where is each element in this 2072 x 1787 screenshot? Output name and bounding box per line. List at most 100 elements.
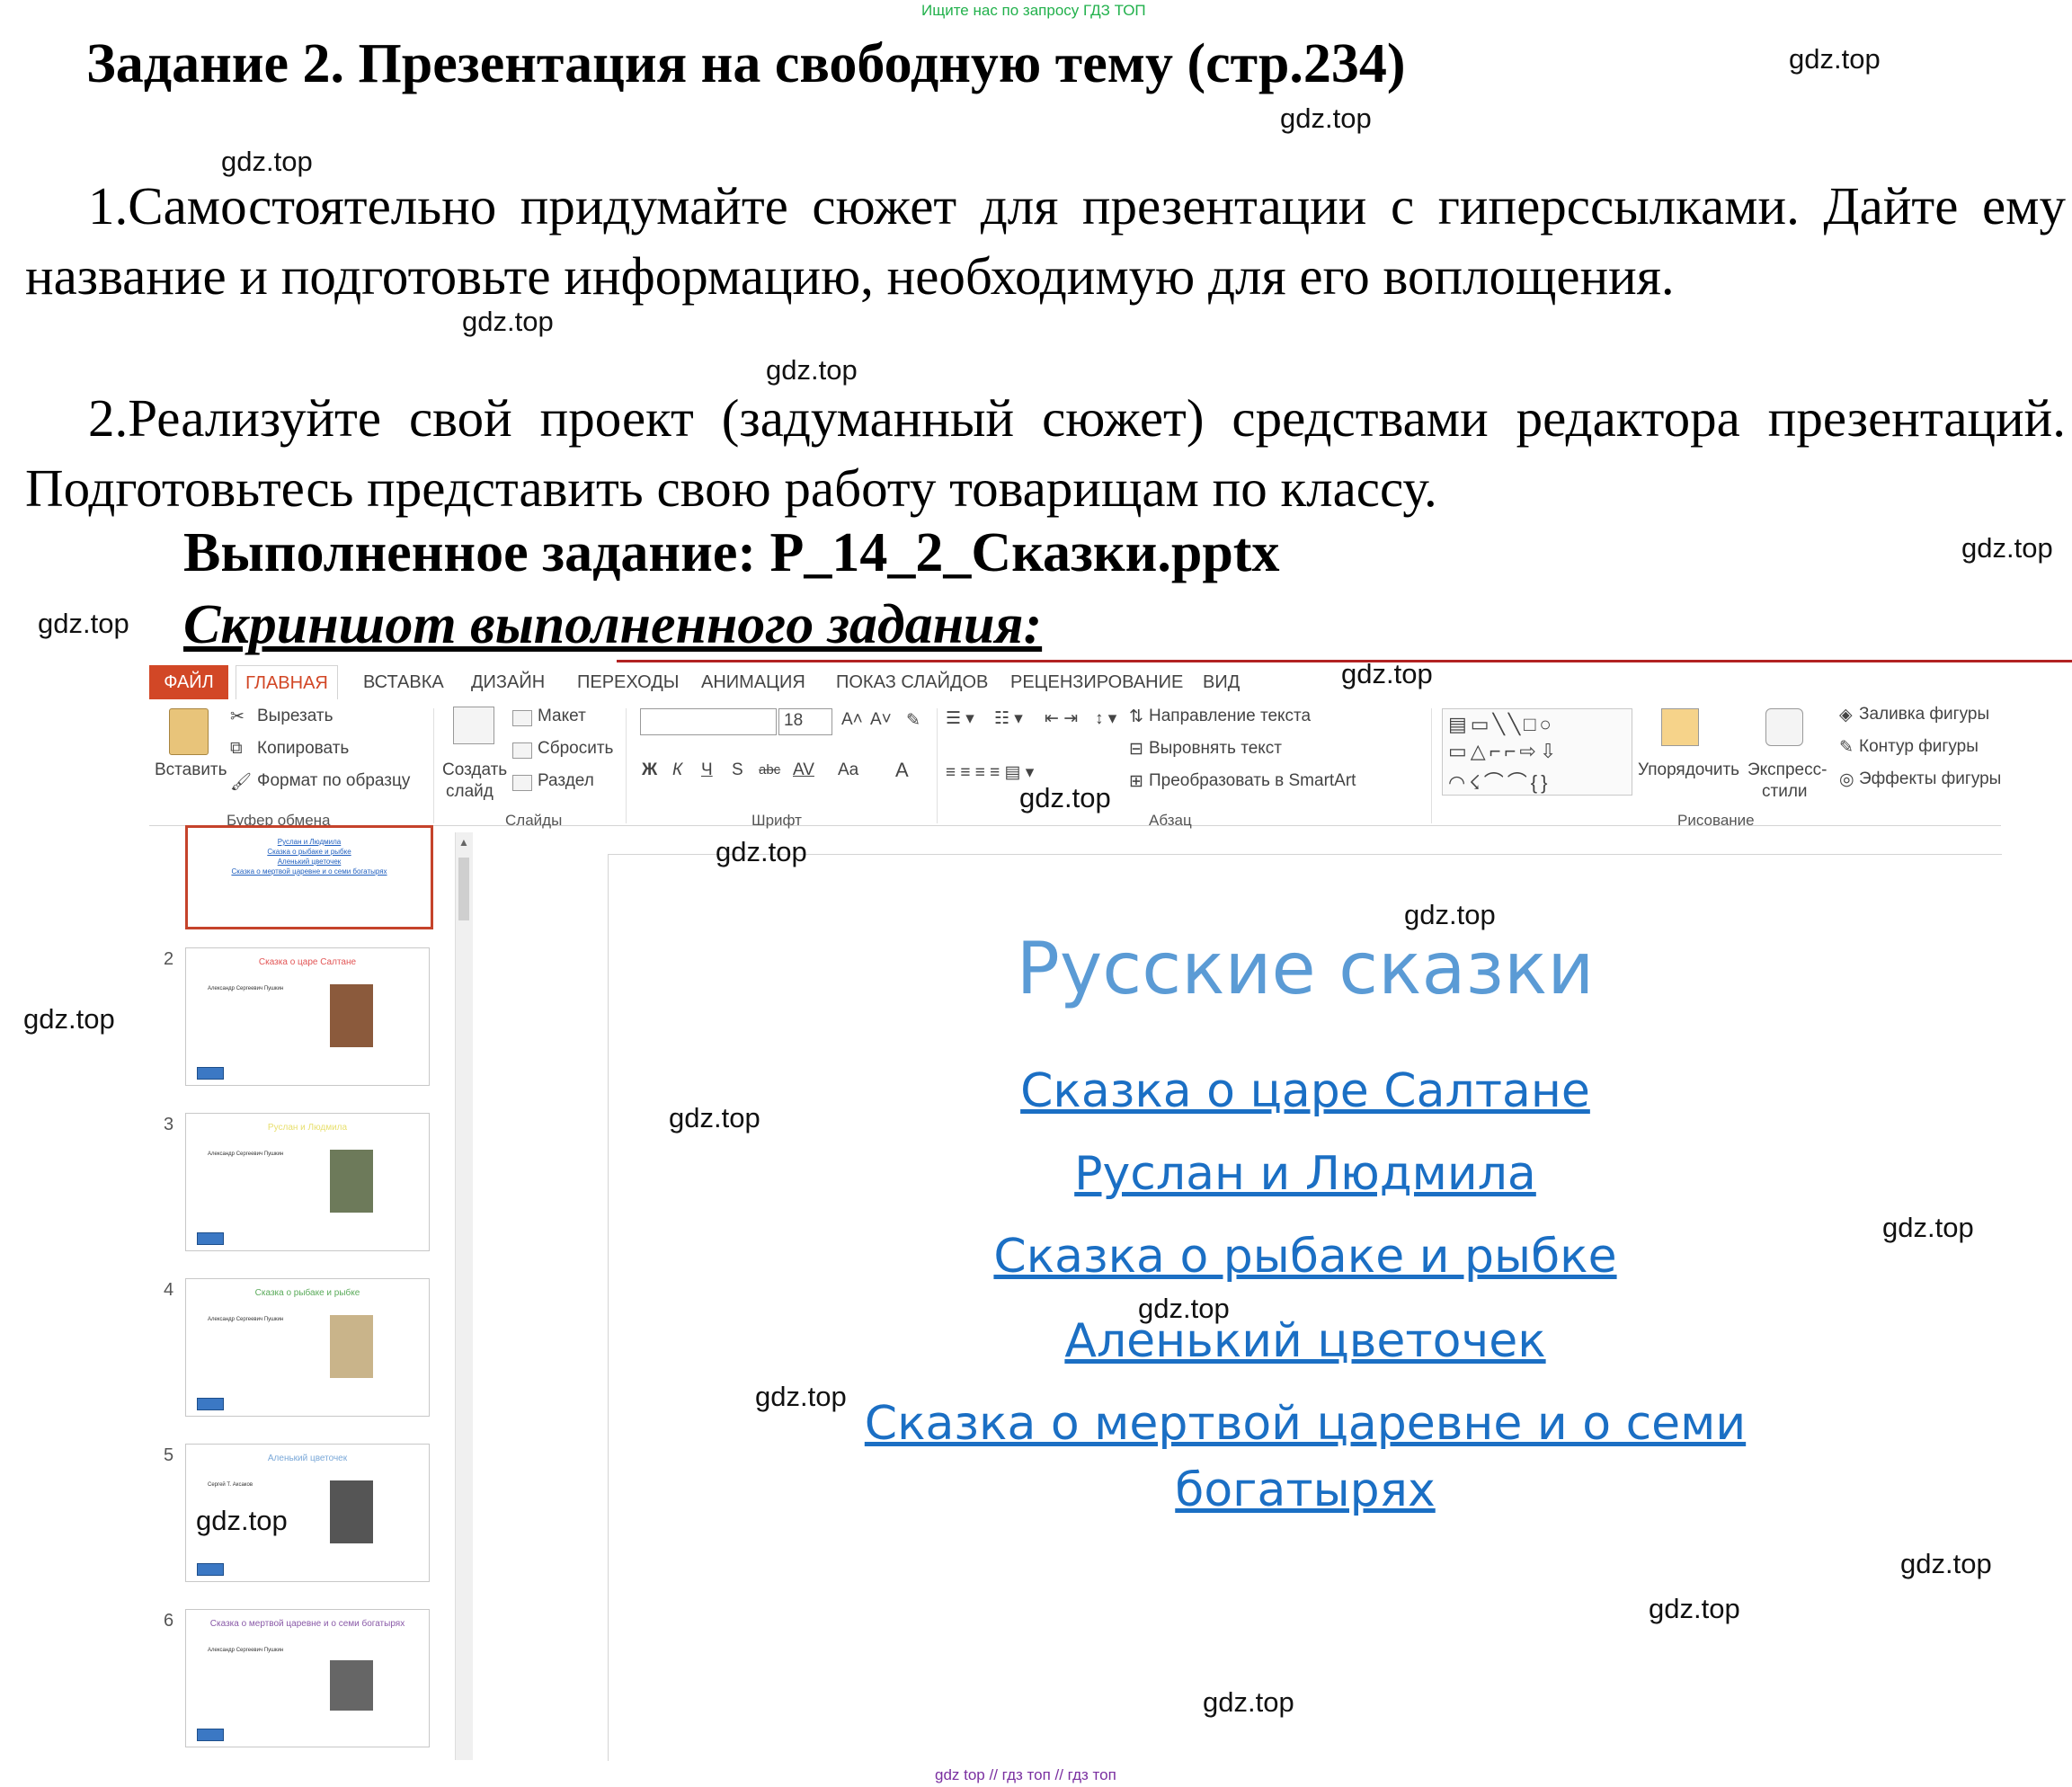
outline-icon: ✎ xyxy=(1839,738,1854,757)
convert-smartart-button[interactable]: Преобразовать в SmartArt xyxy=(1149,771,1356,791)
new-slide-icon[interactable] xyxy=(453,707,494,744)
grow-font-icon[interactable]: A˄ xyxy=(841,710,863,730)
slide-link-flower[interactable]: Аленький цветочек xyxy=(609,1308,2002,1374)
shrink-font-icon[interactable]: A˅ xyxy=(870,710,892,730)
tab-home[interactable]: ГЛАВНАЯ xyxy=(236,665,338,700)
watermark: gdz.top xyxy=(755,1381,847,1412)
new-slide-button-line2[interactable]: слайд xyxy=(446,782,494,802)
watermark: gdz.top xyxy=(1280,102,1372,134)
bottom-note: gdz top // гдз топ // гдз топ xyxy=(935,1766,1116,1783)
indent-icons[interactable]: ⇤ ⇥ xyxy=(1045,708,1078,729)
ribbon-tabs: ФАЙЛ ГЛАВНАЯ ВСТАВКА ДИЗАЙН ПЕРЕХОДЫ АНИ… xyxy=(149,665,2001,700)
font-color-button[interactable]: A xyxy=(895,759,909,782)
shadow-button[interactable]: S xyxy=(732,760,743,780)
clear-format-icon[interactable]: ✎ xyxy=(906,710,920,731)
shapes-gallery[interactable]: ▤▭╲╲□○ ▭△⌐⌐⇨⇩ ◠☇⌒⌒{} xyxy=(1442,708,1632,796)
thumbnail-author: Александр Сергеевич Пушкин xyxy=(208,1648,284,1653)
thumbnail-author: Сергей Т. Аксаков xyxy=(208,1482,253,1488)
current-slide: Русские сказки Сказка о царе Салтане Рус… xyxy=(608,854,2002,1761)
character-spacing-button[interactable]: AV xyxy=(793,760,814,780)
completed-task-label: Выполненное задание: Р_14_2_Сказки.pptx xyxy=(183,522,1280,583)
tab-view[interactable]: ВИД xyxy=(1203,665,1240,699)
layout-button[interactable]: Макет xyxy=(538,707,586,726)
watermark: gdz.top xyxy=(1961,532,2053,564)
thumbnails-scrollbar[interactable]: ▲ xyxy=(455,832,474,1760)
thumbnail-title: Аленький цветочек xyxy=(267,1454,348,1463)
section-button[interactable]: Раздел xyxy=(538,771,594,791)
tab-file[interactable]: ФАЙЛ xyxy=(149,665,228,699)
paste-button[interactable]: Вставить xyxy=(155,760,227,780)
thumbnail-author: Александр Сергеевич Пушкин xyxy=(208,1317,284,1322)
cut-button[interactable]: Вырезать xyxy=(257,707,333,726)
shape-outline-button[interactable]: Контур фигуры xyxy=(1859,737,1979,757)
quick-styles-line2[interactable]: стили xyxy=(1762,782,1808,802)
reset-button[interactable]: Сбросить xyxy=(538,739,613,759)
tab-review[interactable]: РЕЦЕНЗИРОВАНИЕ xyxy=(1010,665,1183,699)
tab-slideshow[interactable]: ПОКАЗ СЛАЙДОВ xyxy=(836,665,988,699)
tab-transitions[interactable]: ПЕРЕХОДЫ xyxy=(577,665,679,699)
font-group-label: Шрифт xyxy=(751,812,802,829)
slide-link-saltan[interactable]: Сказка о царе Салтане xyxy=(609,1058,2002,1125)
align-icons[interactable]: ≡ ≡ ≡ ≡ ▤ ▾ xyxy=(946,762,1034,783)
copy-button[interactable]: Копировать xyxy=(257,739,349,759)
watermark: gdz.top xyxy=(1203,1686,1294,1718)
slide-thumbnail-1[interactable]: Руслан и Людмила Сказка о рыбаке и рыбке… xyxy=(185,825,433,929)
watermark: gdz.top xyxy=(1138,1293,1230,1324)
task-paragraph-1: 1.Самостоятельно придумайте сюжет для пр… xyxy=(25,176,2066,306)
thumbnail-book-image xyxy=(330,1660,373,1711)
effects-icon: ◎ xyxy=(1839,770,1854,789)
thumbnail-return-button xyxy=(197,1232,224,1245)
text-direction-button[interactable]: Направление текста xyxy=(1149,707,1311,726)
slide-thumbnail-4[interactable]: Сказка о рыбаке и рыбке Александр Сергее… xyxy=(185,1278,430,1417)
underline-button[interactable]: Ч xyxy=(701,760,713,780)
watermark: gdz.top xyxy=(766,354,858,386)
shape-effects-button[interactable]: Эффекты фигуры xyxy=(1859,769,2001,789)
watermark: gdz.top xyxy=(1019,782,1111,813)
task-title: Задание 2. Презентация на свободную тему… xyxy=(86,33,1406,94)
watermark: gdz.top xyxy=(38,608,129,639)
bullets-icon[interactable]: ☰ ▾ xyxy=(946,708,974,729)
italic-button[interactable]: К xyxy=(672,760,682,780)
thumbnail-link: Сказка о рыбаке и рыбке xyxy=(267,848,351,856)
tab-insert[interactable]: ВСТАВКА xyxy=(363,665,444,699)
new-slide-button-line1[interactable]: Создать xyxy=(442,760,507,780)
format-painter-button[interactable]: Формат по образцу xyxy=(257,771,410,791)
font-name-dropdown[interactable] xyxy=(640,708,777,735)
change-case-button[interactable]: Aa xyxy=(838,760,858,780)
scroll-up-icon[interactable]: ▲ xyxy=(458,836,469,849)
quick-styles-line1[interactable]: Экспресс- xyxy=(1747,760,1827,780)
slide-thumbnail-6[interactable]: Сказка о мертвой царевне и о семи богаты… xyxy=(185,1609,430,1747)
task-paragraph-2: 2.Реализуйте свой проект (задуманный сюж… xyxy=(25,388,2066,518)
line-spacing-icon[interactable]: ↕ ▾ xyxy=(1095,708,1116,729)
align-text-icon: ⊟ xyxy=(1129,740,1143,759)
scissors-icon: ✂ xyxy=(230,707,245,726)
strikethrough-button[interactable]: abc xyxy=(759,762,780,778)
slide-thumbnail-2[interactable]: Сказка о царе Салтане Александр Сергееви… xyxy=(185,947,430,1086)
thumbnail-title: Руслан и Людмила xyxy=(267,1123,348,1133)
slide-link-dead-princess-line2[interactable]: богатырях xyxy=(609,1457,2002,1524)
thumbnail-link: Руслан и Людмила xyxy=(277,838,342,846)
bold-button[interactable]: Ж xyxy=(642,760,657,780)
thumbnail-link: Сказка о мертвой царевне и о семи богаты… xyxy=(231,867,387,876)
arrange-button[interactable]: Упорядочить xyxy=(1638,760,1739,780)
scroll-thumb[interactable] xyxy=(458,858,469,920)
shape-fill-button[interactable]: Заливка фигуры xyxy=(1859,705,1989,725)
align-text-button[interactable]: Выровнять текст xyxy=(1149,739,1282,759)
watermark: gdz.top xyxy=(1649,1593,1740,1624)
watermark: gdz.top xyxy=(23,1003,115,1035)
tab-animation[interactable]: АНИМАЦИЯ xyxy=(701,665,805,699)
slide-thumbnail-3[interactable]: Руслан и Людмила Александр Сергеевич Пуш… xyxy=(185,1113,430,1251)
thumbnail-return-button xyxy=(197,1067,224,1080)
paste-icon[interactable] xyxy=(169,708,209,755)
thumbnail-author: Александр Сергеевич Пушкин xyxy=(208,1151,284,1157)
slide-link-fisherman[interactable]: Сказка о рыбаке и рыбке xyxy=(609,1223,2002,1290)
slide-link-ruslan[interactable]: Руслан и Людмила xyxy=(609,1141,2002,1207)
thumbnail-book-image xyxy=(330,1315,373,1378)
arrange-icon xyxy=(1661,708,1699,746)
watermark: gdz.top xyxy=(1341,658,1433,689)
section-icon xyxy=(512,775,532,791)
tab-design[interactable]: ДИЗАЙН xyxy=(471,665,545,699)
numbering-icon[interactable]: ☷ ▾ xyxy=(994,708,1023,729)
thumbnail-title: Сказка о царе Салтане xyxy=(258,957,357,967)
drawing-group-label: Рисование xyxy=(1677,812,1755,829)
